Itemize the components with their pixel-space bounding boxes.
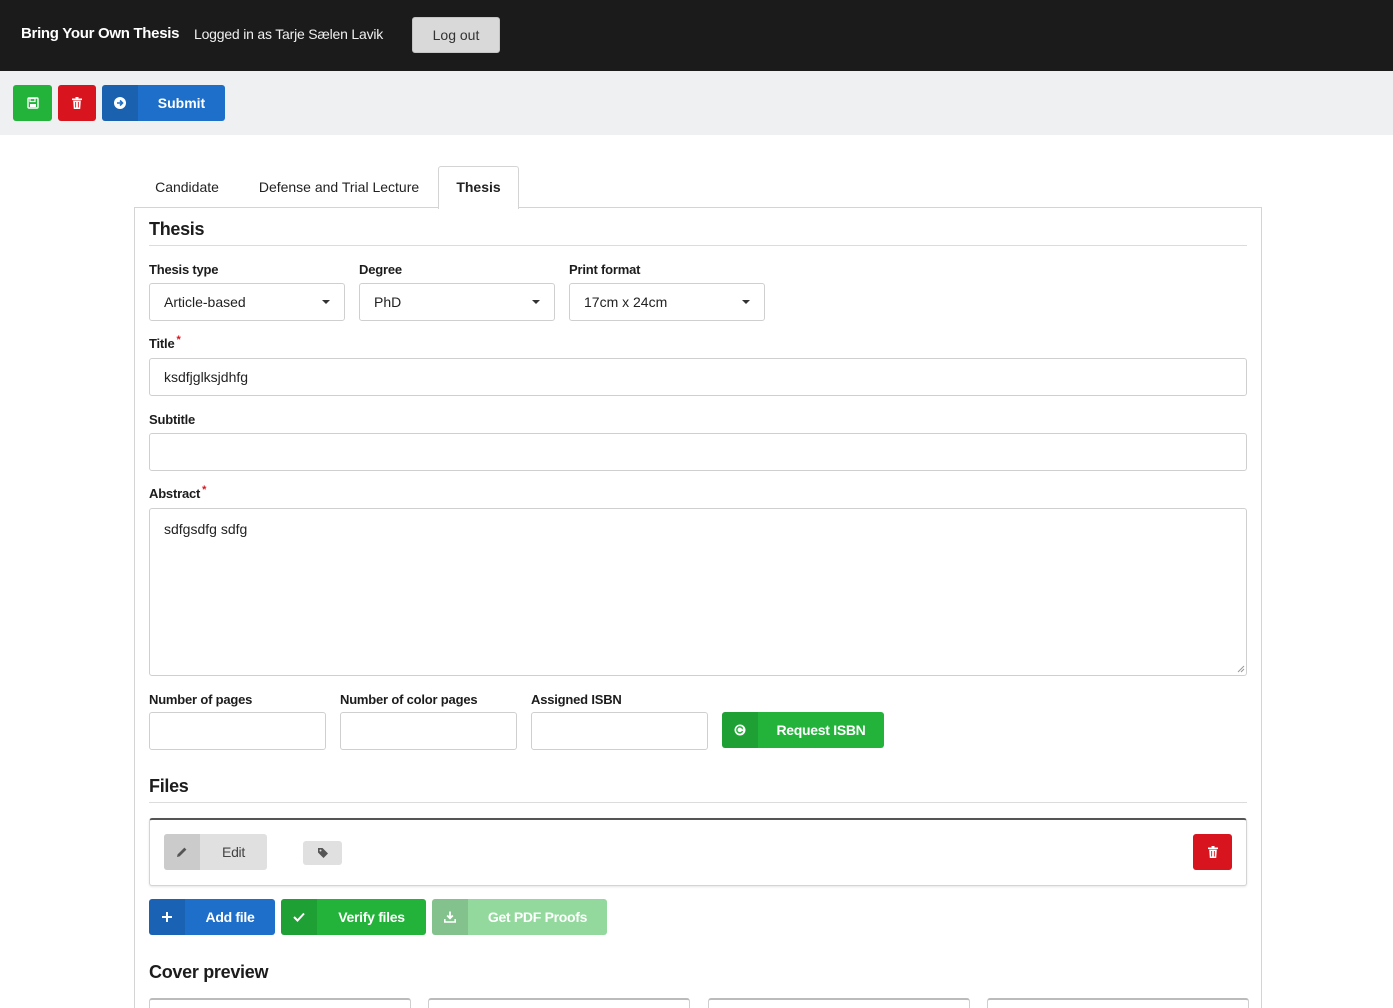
abstract-label-text: Abstract <box>149 486 201 501</box>
request-isbn-label: Request ISBN <box>776 722 866 738</box>
tag-icon <box>317 848 328 858</box>
logged-in-status: Logged in as Tarje Sælen Lavik <box>194 26 384 42</box>
action-toolbar: Submit <box>0 71 1393 135</box>
tag-button[interactable] <box>303 841 342 865</box>
assigned-isbn-input[interactable] <box>531 712 708 750</box>
degree-value: PhD <box>374 294 402 310</box>
chevron-down-icon <box>532 300 540 304</box>
add-file-button[interactable]: Add file <box>149 899 275 935</box>
plus-icon <box>162 912 172 922</box>
arrow-circle-right-icon <box>114 97 126 109</box>
thesis-type-select[interactable]: Article-based <box>149 283 345 321</box>
print-format-select[interactable]: 17cm x 24cm <box>569 283 765 321</box>
tab-thesis[interactable]: Thesis <box>438 166 519 209</box>
subtitle-input[interactable] <box>149 433 1247 471</box>
section-divider <box>149 245 1247 246</box>
edit-icon-box <box>164 834 200 870</box>
verify-files-label: Verify files <box>338 909 405 925</box>
tab-defense-and-trial-lecture[interactable]: Defense and Trial Lecture <box>244 166 434 208</box>
chevron-down-icon <box>742 300 750 304</box>
floppy-disk-icon <box>26 97 39 109</box>
cover-preview-card <box>708 998 970 1008</box>
submit-label: Submit <box>157 95 206 111</box>
cover-preview-card <box>149 998 411 1008</box>
abstract-label: Abstract * <box>149 484 207 501</box>
section-divider <box>149 802 1247 803</box>
verify-files-button[interactable]: Verify files <box>281 899 426 935</box>
required-mark: * <box>176 334 181 346</box>
degree-select[interactable]: PhD <box>359 283 555 321</box>
thesis-type-value: Article-based <box>164 294 246 310</box>
get-pdf-proofs-label: Get PDF Proofs <box>487 909 588 925</box>
save-button[interactable] <box>13 85 52 121</box>
title-input[interactable] <box>149 358 1247 396</box>
submit-icon-box <box>102 85 138 121</box>
subtitle-label: Subtitle <box>149 412 196 427</box>
title-label-text: Title <box>149 336 175 351</box>
pencil-icon <box>177 847 187 857</box>
add-file-icon-box <box>149 899 185 935</box>
num-pages-label: Number of pages <box>149 692 253 707</box>
cover-preview-section-title: Cover preview <box>149 962 269 982</box>
trash-icon <box>1207 846 1218 858</box>
files-section-title: Files <box>149 776 189 796</box>
print-format-value: 17cm x 24cm <box>584 294 668 310</box>
submit-button[interactable]: Submit <box>102 85 225 121</box>
add-file-label: Add file <box>205 909 255 925</box>
app-brand[interactable]: Bring Your Own Thesis <box>21 25 179 42</box>
title-label: Title * <box>149 334 181 351</box>
logout-button[interactable]: Log out <box>412 17 500 53</box>
request-isbn-icon-box <box>722 712 758 748</box>
degree-label: Degree <box>359 262 402 277</box>
get-pdf-proofs-button[interactable]: Get PDF Proofs <box>432 899 607 935</box>
chevron-down-icon <box>322 300 330 304</box>
request-isbn-button[interactable]: Request ISBN <box>722 712 884 748</box>
required-mark: * <box>202 484 207 496</box>
print-format-label: Print format <box>569 262 641 277</box>
refresh-circle-icon <box>734 724 746 736</box>
top-navbar: Bring Your Own Thesis Logged in as Tarje… <box>0 0 1393 71</box>
thesis-type-label: Thesis type <box>149 262 219 277</box>
cover-preview-card <box>987 998 1249 1008</box>
checkmark-icon <box>293 912 305 922</box>
resize-handle-icon[interactable] <box>1236 664 1245 673</box>
download-icon <box>444 911 456 923</box>
edit-file-button[interactable]: Edit <box>164 834 267 870</box>
assigned-isbn-label: Assigned ISBN <box>531 692 622 707</box>
cover-preview-card <box>428 998 690 1008</box>
edit-label: Edit <box>222 844 245 860</box>
delete-button[interactable] <box>58 85 96 121</box>
num-pages-input[interactable] <box>149 712 326 750</box>
abstract-textarea[interactable]: sdfgsdfg sdfg <box>149 508 1247 676</box>
trash-icon <box>72 97 82 109</box>
num-color-pages-label: Number of color pages <box>340 692 478 707</box>
num-color-pages-input[interactable] <box>340 712 517 750</box>
delete-file-button[interactable] <box>1193 834 1232 870</box>
thesis-section-title: Thesis <box>149 219 205 239</box>
verify-files-icon-box <box>281 899 317 935</box>
get-pdf-proofs-icon-box <box>432 899 468 935</box>
tab-candidate[interactable]: Candidate <box>141 166 233 208</box>
